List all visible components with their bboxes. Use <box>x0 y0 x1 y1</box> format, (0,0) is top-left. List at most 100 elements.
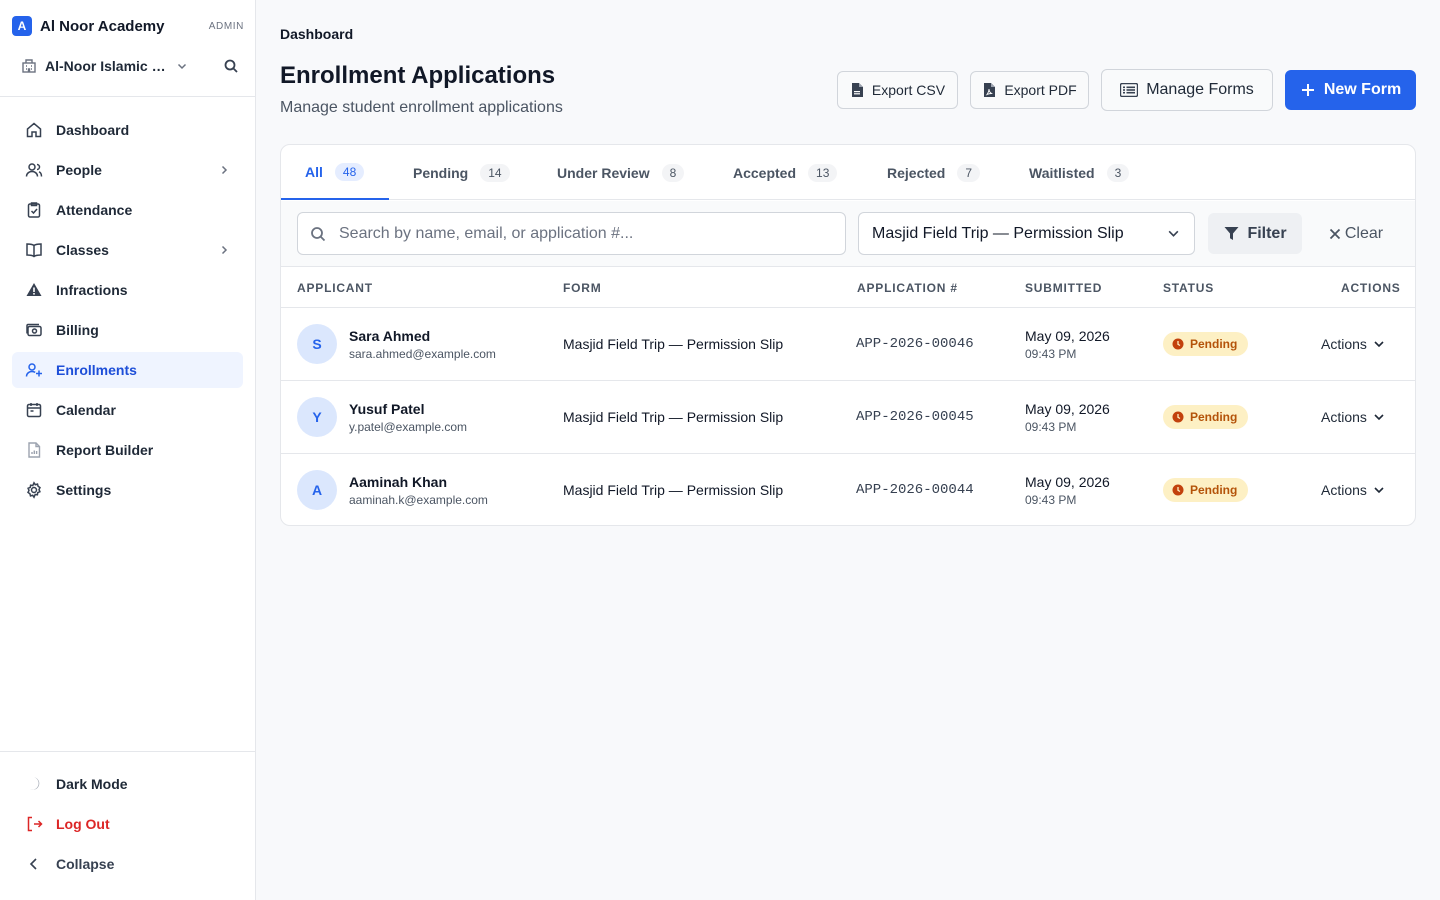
tab-label: Rejected <box>887 164 946 181</box>
tab-under-review[interactable]: Under Review 8 <box>557 145 685 200</box>
clipboard-check-icon <box>24 200 44 220</box>
collapse-label: Collapse <box>56 856 115 872</box>
column-header-application-number[interactable]: APPLICATION # <box>857 281 958 295</box>
form-select[interactable]: Masjid Field Trip — Permission Slip <box>858 212 1195 255</box>
users-icon <box>24 160 44 180</box>
breadcrumb[interactable]: Dashboard <box>280 26 353 42</box>
submitted-date: May 09, 2026 <box>1025 474 1110 490</box>
column-header-status[interactable]: STATUS <box>1163 281 1214 295</box>
chevron-down-icon <box>1373 484 1385 496</box>
actions-dropdown[interactable]: Actions <box>1321 407 1385 427</box>
logout-button[interactable]: Log Out <box>12 806 243 842</box>
clear-button[interactable]: Clear <box>1326 213 1386 254</box>
export-csv-label: Export CSV <box>871 82 946 98</box>
clock-icon <box>1172 484 1184 496</box>
manage-forms-button[interactable]: Manage Forms <box>1101 69 1273 111</box>
tab-count: 14 <box>480 163 510 182</box>
sidebar-item-enrollments[interactable]: Enrollments <box>12 352 243 388</box>
sidebar-item-label: Dashboard <box>56 122 130 138</box>
applicant-email: sara.ahmed@example.com <box>349 347 496 361</box>
tab-all[interactable]: All 48 <box>281 145 389 200</box>
file-csv-icon <box>850 83 864 97</box>
dark-mode-label: Dark Mode <box>56 776 128 792</box>
sidebar-item-label: Infractions <box>56 282 128 298</box>
sidebar-item-billing[interactable]: Billing <box>12 312 243 348</box>
status-badge: Pending <box>1163 332 1248 356</box>
gear-icon <box>24 480 44 500</box>
sidebar-item-report-builder[interactable]: Report Builder <box>12 432 243 468</box>
applicant-name[interactable]: Aaminah Khan <box>349 474 447 490</box>
close-icon <box>1329 228 1341 240</box>
export-pdf-label: Export PDF <box>1004 82 1077 98</box>
table-row[interactable]: A Aaminah Khan aaminah.k@example.com Mas… <box>281 453 1415 525</box>
column-header-submitted[interactable]: SUBMITTED <box>1025 281 1102 295</box>
chevron-down-icon[interactable] <box>175 59 189 73</box>
filter-button[interactable]: Filter <box>1208 213 1302 254</box>
calendar-icon <box>24 400 44 420</box>
sidebar-item-label: Attendance <box>56 202 133 218</box>
logout-icon <box>24 814 44 834</box>
status-tabs: All 48 Pending 14 Under Review 8 Accepte… <box>281 145 1415 200</box>
status-badge: Pending <box>1163 405 1248 429</box>
status-badge: Pending <box>1163 478 1248 502</box>
applicant-name[interactable]: Yusuf Patel <box>349 401 424 417</box>
clock-icon <box>1172 338 1184 350</box>
moon-icon <box>24 774 44 794</box>
tab-rejected[interactable]: Rejected 7 <box>887 145 981 200</box>
sidebar-item-infractions[interactable]: Infractions <box>12 272 243 308</box>
tab-accepted[interactable]: Accepted 13 <box>733 145 838 200</box>
form-name: Masjid Field Trip — Permission Slip <box>563 336 784 352</box>
export-pdf-button[interactable]: Export PDF <box>970 71 1089 109</box>
chevron-down-icon <box>1373 338 1385 350</box>
application-number: APP-2026-00045 <box>856 409 974 425</box>
brand: A Al Noor Academy ADMIN <box>12 16 244 36</box>
sidebar-item-calendar[interactable]: Calendar <box>12 392 243 428</box>
form-name: Masjid Field Trip — Permission Slip <box>563 482 784 498</box>
divider <box>0 96 255 97</box>
chevron-left-icon <box>24 854 44 874</box>
column-header-applicant[interactable]: APPLICANT <box>297 281 373 295</box>
sidebar-footer: Dark Mode Log Out Collapse <box>12 766 243 886</box>
applicant-name[interactable]: Sara Ahmed <box>349 328 430 344</box>
chevron-down-icon <box>1373 411 1385 423</box>
tab-label: Accepted <box>733 164 797 181</box>
search-icon[interactable] <box>222 57 240 75</box>
avatar: Y <box>297 397 337 437</box>
tab-count: 3 <box>1106 163 1130 182</box>
table-row[interactable]: S Sara Ahmed sara.ahmed@example.com Masj… <box>281 307 1415 380</box>
actions-dropdown[interactable]: Actions <box>1321 480 1385 500</box>
tab-label: Waitlisted <box>1029 164 1095 181</box>
tab-count: 13 <box>808 163 838 182</box>
new-form-button[interactable]: New Form <box>1285 70 1416 110</box>
column-header-form[interactable]: FORM <box>563 281 602 295</box>
tab-waitlisted[interactable]: Waitlisted 3 <box>1029 145 1130 200</box>
collapse-button[interactable]: Collapse <box>12 846 243 882</box>
sidebar-item-label: Report Builder <box>56 442 154 458</box>
sidebar-item-people[interactable]: People <box>12 152 243 188</box>
tab-label: Pending <box>413 164 469 181</box>
tab-count: 7 <box>957 163 981 182</box>
actions-dropdown[interactable]: Actions <box>1321 334 1385 354</box>
search-box[interactable] <box>297 212 846 255</box>
tab-pending[interactable]: Pending 14 <box>413 145 510 200</box>
report-icon <box>24 440 44 460</box>
tab-count: 48 <box>334 162 365 181</box>
table-row[interactable]: Y Yusuf Patel y.patel@example.com Masjid… <box>281 380 1415 453</box>
submitted-time: 09:43 PM <box>1025 493 1077 507</box>
warning-icon <box>24 280 44 300</box>
org-switcher[interactable]: Al-Noor Islamic Center <box>20 54 240 78</box>
chevron-down-icon <box>1166 227 1180 241</box>
sidebar-item-attendance[interactable]: Attendance <box>12 192 243 228</box>
tab-label: All <box>305 163 323 180</box>
dark-mode-toggle[interactable]: Dark Mode <box>12 766 243 802</box>
search-icon <box>309 225 327 243</box>
export-csv-button[interactable]: Export CSV <box>837 71 958 109</box>
sidebar-item-settings[interactable]: Settings <box>12 472 243 508</box>
sidebar-item-dashboard[interactable]: Dashboard <box>12 112 243 148</box>
user-plus-icon <box>24 360 44 380</box>
form-name: Masjid Field Trip — Permission Slip <box>563 409 784 425</box>
search-input[interactable] <box>339 224 819 243</box>
sidebar-item-classes[interactable]: Classes <box>12 232 243 268</box>
list-icon <box>1120 81 1139 99</box>
submitted-date: May 09, 2026 <box>1025 328 1110 344</box>
